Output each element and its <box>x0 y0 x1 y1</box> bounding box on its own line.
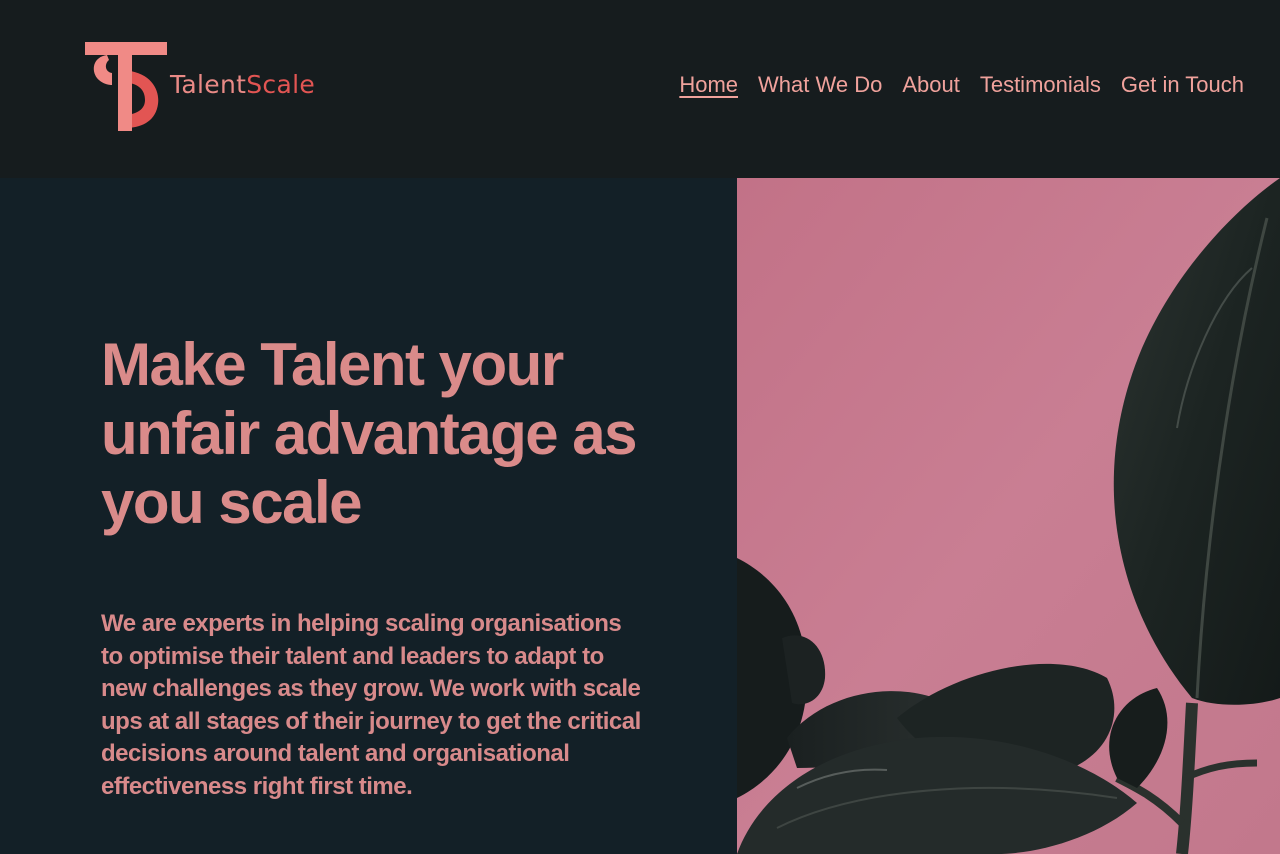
ts-monogram-icon <box>85 42 167 131</box>
nav-link-what-we-do[interactable]: What We Do <box>758 72 882 98</box>
brand-logo-link[interactable]: TalentScale <box>85 42 325 134</box>
nav-link-get-in-touch[interactable]: Get in Touch <box>1121 72 1244 98</box>
brand-wordmark: TalentScale <box>170 70 315 99</box>
brand-name-part2: Scale <box>246 70 315 99</box>
hero-description: We are experts in helping scaling organi… <box>101 610 641 800</box>
brand-name-part1: Talent <box>170 70 247 99</box>
main-nav: Home What We Do About Testimonials Get i… <box>679 72 1244 98</box>
site-header: TalentScale Home What We Do About Testim… <box>0 0 1280 178</box>
rubber-plant-leaves-illustration <box>737 178 1280 854</box>
nav-link-testimonials[interactable]: Testimonials <box>980 72 1101 98</box>
hero-title: Make Talent your unfair advantage as you… <box>101 331 638 536</box>
hero-image <box>737 178 1280 854</box>
nav-link-about[interactable]: About <box>902 72 960 98</box>
nav-link-home[interactable]: Home <box>679 72 738 98</box>
